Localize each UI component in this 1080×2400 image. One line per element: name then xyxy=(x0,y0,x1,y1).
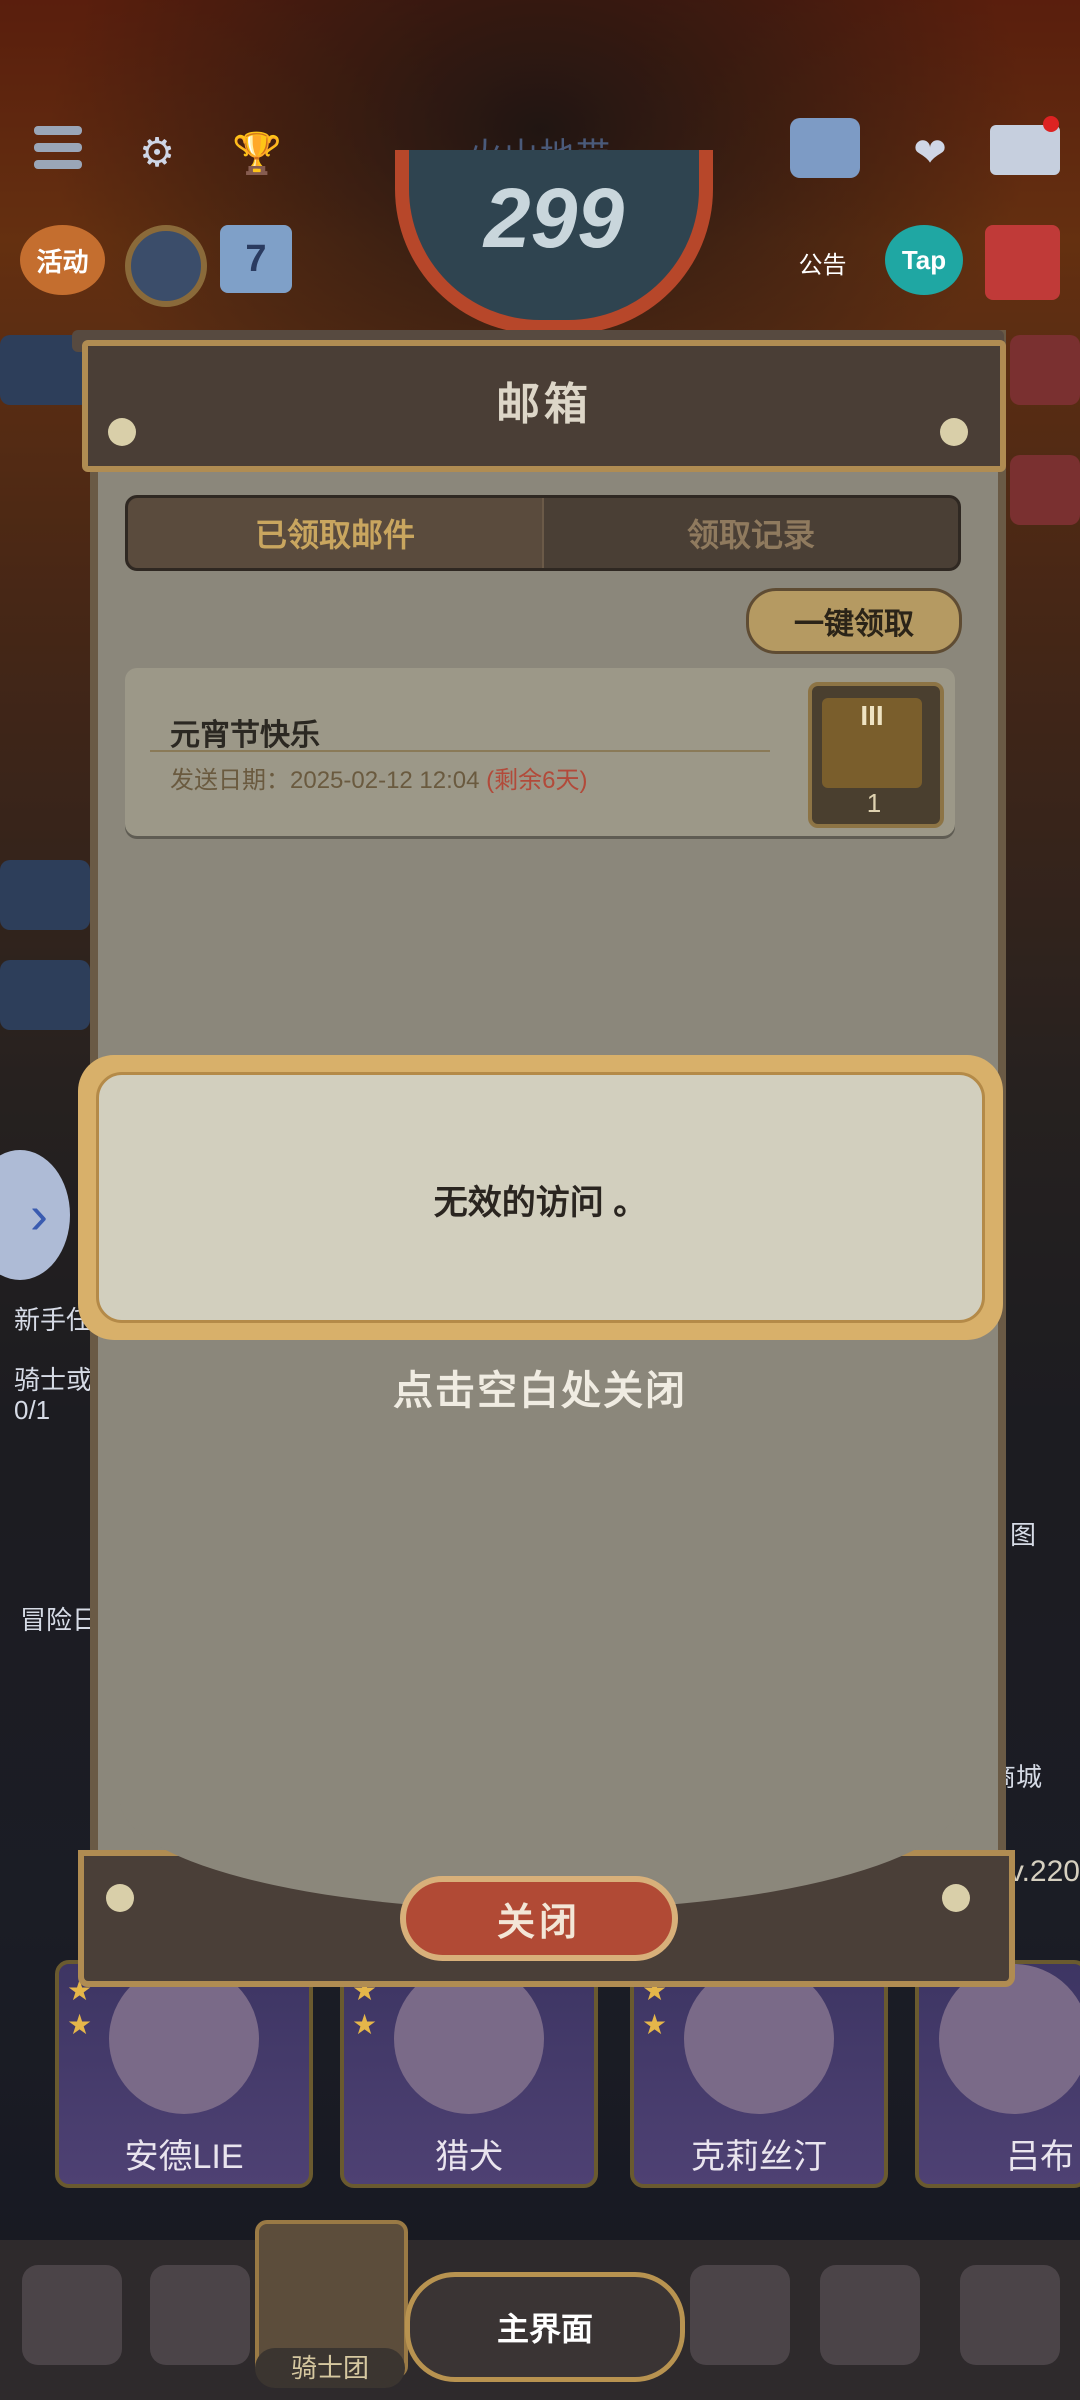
mail-item-divider xyxy=(150,750,770,752)
tab-claim-history[interactable]: 领取记录 xyxy=(544,498,958,568)
side-widget-right-1[interactable] xyxy=(1010,335,1080,405)
tab-claimed-mail[interactable]: 已领取邮件 xyxy=(128,498,544,568)
claim-all-button[interactable]: 一键领取 xyxy=(746,588,962,654)
reward-rank: III xyxy=(860,700,884,731)
announcement-button[interactable]: 公告 xyxy=(785,225,860,300)
gift-icon[interactable] xyxy=(985,225,1060,300)
side-widget-left-2[interactable] xyxy=(0,860,90,930)
mail-item-title: 元宵节快乐 xyxy=(170,719,320,752)
hero-name: 吕布 xyxy=(1006,2138,1074,2176)
nav-propeller-icon[interactable] xyxy=(150,2265,250,2365)
bolt-decoration xyxy=(106,1884,134,1912)
mail-notification-dot xyxy=(1043,116,1059,132)
bolt-decoration xyxy=(108,418,136,446)
hero-name: 安德LIE xyxy=(124,2138,244,2176)
main-screen-button[interactable]: 主界面 xyxy=(405,2272,685,2382)
hero-card[interactable]: ★ ★ 克莉丝汀 xyxy=(630,1960,888,2188)
map-label: 图 xyxy=(1010,1520,1037,1550)
toolbox-icon[interactable] xyxy=(790,118,860,178)
mailbox-title: 邮箱 xyxy=(496,380,592,429)
bolt-decoration xyxy=(940,418,968,446)
tap-to-close-hint[interactable]: 点击空白处关闭 xyxy=(0,1358,1080,1416)
side-widget-right-2[interactable] xyxy=(1010,455,1080,525)
event-button[interactable]: 活动 xyxy=(20,225,105,295)
hero-name: 克莉丝汀 xyxy=(691,2138,827,2176)
date-prefix: 发送日期： xyxy=(170,767,290,794)
knight-tab-label: 骑士团 xyxy=(255,2348,405,2388)
nav-castle-icon[interactable] xyxy=(820,2265,920,2365)
remaining-days: (剩余6天) xyxy=(486,767,588,794)
hero-card[interactable]: ★ ★ 猎犬 xyxy=(340,1960,598,2188)
friends-icon[interactable]: ❤ xyxy=(895,118,965,188)
mail-icon[interactable] xyxy=(990,125,1060,175)
hero-card[interactable]: 吕布 xyxy=(915,1960,1080,2188)
close-button[interactable]: 关闭 xyxy=(400,1876,678,1961)
date-value: 2025-02-12 12:04 xyxy=(290,767,480,794)
reward-count: 1 xyxy=(866,788,882,818)
side-widget-left-3[interactable] xyxy=(0,960,90,1030)
ship-helm-icon[interactable] xyxy=(125,225,207,307)
toast-message: 无效的访问 。 xyxy=(433,1184,648,1222)
nav-ship-icon[interactable] xyxy=(690,2265,790,2365)
settings-gear-icon[interactable]: ⚙ xyxy=(122,118,192,188)
bolt-decoration xyxy=(942,1884,970,1912)
calendar-icon[interactable]: 7 xyxy=(220,225,292,293)
mail-item-date: 发送日期：2025-02-12 12:04 (剩余6天) xyxy=(170,760,588,795)
menu-icon[interactable] xyxy=(28,118,88,178)
mailbox-tabs: 已领取邮件 领取记录 xyxy=(125,495,961,571)
nav-emblem-icon[interactable] xyxy=(22,2265,122,2365)
taptap-button[interactable]: Tap xyxy=(885,225,963,295)
hero-card[interactable]: ★ ★ 安德LIE xyxy=(55,1960,313,2188)
hero-name: 猎犬 xyxy=(435,2138,503,2176)
adventure-label: 冒险日 xyxy=(20,1605,99,1635)
nav-shop-icon[interactable] xyxy=(960,2265,1060,2365)
zone-level: 299 xyxy=(483,171,625,265)
trophy-icon[interactable]: 🏆 xyxy=(222,118,292,188)
